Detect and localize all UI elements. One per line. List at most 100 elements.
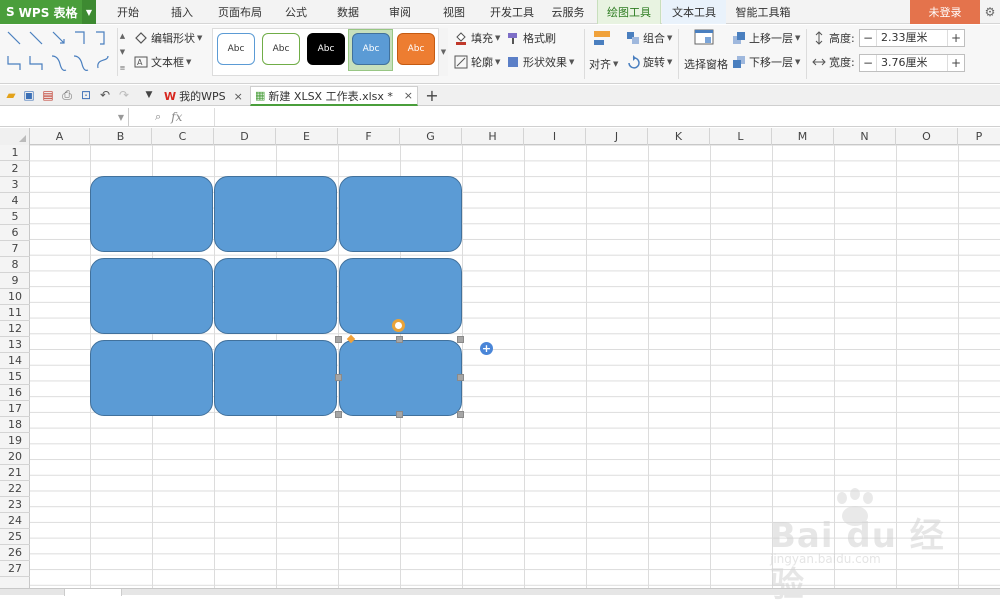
select-all-corner[interactable]: [0, 128, 30, 145]
row-header[interactable]: 21: [0, 465, 30, 481]
chevron-down-icon[interactable]: ▼: [118, 113, 124, 122]
rounded-rectangle-shape[interactable]: [90, 340, 213, 416]
style-option-5[interactable]: Abc: [397, 33, 435, 65]
tab-text-tools[interactable]: 文本工具: [662, 0, 726, 24]
line-gallery-scroll[interactable]: ▲ ▼ ≡: [117, 28, 127, 76]
edit-shape-button[interactable]: 编辑形状 ▼: [134, 28, 202, 48]
tab-smart-toolbox[interactable]: 智能工具箱: [730, 0, 796, 24]
column-header[interactable]: A: [30, 128, 90, 145]
row-header[interactable]: 20: [0, 449, 30, 465]
print-preview-icon[interactable]: ⊡: [78, 87, 94, 103]
undo-icon[interactable]: ↶: [97, 87, 113, 103]
tab-start[interactable]: 开始: [108, 0, 148, 24]
print-icon[interactable]: ⎙: [59, 87, 75, 103]
rotate-handle-icon[interactable]: [392, 319, 405, 332]
rounded-rectangle-shape[interactable]: [214, 176, 337, 252]
doc-tab-my-wps[interactable]: W 我的WPS ×: [160, 86, 248, 106]
resize-handle[interactable]: [457, 336, 464, 343]
row-header[interactable]: 3: [0, 177, 30, 193]
selection-pane-icon-button[interactable]: [693, 28, 717, 50]
minus-icon[interactable]: −: [860, 55, 876, 71]
column-header[interactable]: G: [400, 128, 462, 145]
rounded-rectangle-shape[interactable]: [214, 340, 337, 416]
row-header[interactable]: 24: [0, 513, 30, 529]
row-header[interactable]: 1: [0, 145, 30, 161]
save-icon[interactable]: ▣: [21, 87, 37, 103]
fill-button[interactable]: 填充 ▼: [454, 28, 500, 48]
row-header[interactable]: 26: [0, 545, 30, 561]
column-header[interactable]: D: [214, 128, 276, 145]
width-value[interactable]: 3.76厘米: [876, 55, 948, 71]
plus-icon[interactable]: +: [948, 55, 964, 71]
selected-rounded-rectangle-shape[interactable]: [339, 340, 462, 416]
row-header[interactable]: 27: [0, 561, 30, 577]
tab-insert[interactable]: 插入: [162, 0, 202, 24]
row-header[interactable]: 22: [0, 481, 30, 497]
format-brush-button[interactable]: 格式刷: [506, 28, 556, 48]
resize-handle[interactable]: [335, 374, 342, 381]
column-header[interactable]: P: [958, 128, 1000, 145]
login-button[interactable]: 未登录: [910, 0, 980, 24]
line-shapes-gallery[interactable]: [4, 28, 116, 76]
column-header[interactable]: E: [276, 128, 338, 145]
style-option-1[interactable]: Abc: [217, 33, 255, 65]
tab-cloud[interactable]: 云服务: [540, 0, 596, 24]
row-header[interactable]: 14: [0, 353, 30, 369]
resize-handle[interactable]: [396, 336, 403, 343]
column-header[interactable]: F: [338, 128, 400, 145]
row-header[interactable]: 7: [0, 241, 30, 257]
row-header[interactable]: 18: [0, 417, 30, 433]
rounded-rectangle-shape[interactable]: [90, 258, 213, 334]
row-header[interactable]: 12: [0, 321, 30, 337]
column-header[interactable]: K: [648, 128, 710, 145]
selection-pane-button[interactable]: 选择窗格: [684, 54, 728, 74]
redo-icon[interactable]: ↷: [116, 87, 132, 103]
fx-icon[interactable]: fx: [171, 110, 182, 124]
new-tab-plus-icon[interactable]: +: [424, 86, 440, 105]
column-header[interactable]: I: [524, 128, 586, 145]
tab-view[interactable]: 视图: [436, 0, 472, 24]
tab-formula[interactable]: 公式: [278, 0, 314, 24]
row-header[interactable]: 15: [0, 369, 30, 385]
style-option-4[interactable]: Abc: [352, 33, 390, 65]
column-header[interactable]: M: [772, 128, 834, 145]
column-header[interactable]: J: [586, 128, 648, 145]
outline-button[interactable]: 轮廓 ▼: [454, 52, 500, 72]
tab-drawing-tools[interactable]: 绘图工具: [597, 0, 661, 24]
export-pdf-icon[interactable]: ▤: [40, 87, 56, 103]
tab-page-layout[interactable]: 页面布局: [212, 0, 268, 24]
bring-forward-button[interactable]: 上移一层 ▼: [732, 28, 800, 48]
style-gallery-expand[interactable]: ▼: [438, 28, 448, 76]
tab-review[interactable]: 审阅: [382, 0, 418, 24]
chevron-down-icon[interactable]: ▼: [82, 0, 96, 24]
chevron-down-icon[interactable]: ▼: [141, 87, 157, 103]
rounded-rectangle-shape[interactable]: [214, 258, 337, 334]
doc-tab-xlsx[interactable]: ▦ 新建 XLSX 工作表.xlsx * ×: [250, 86, 418, 106]
rounded-rectangle-shape[interactable]: [90, 176, 213, 252]
resize-handle[interactable]: [335, 411, 342, 418]
resize-handle[interactable]: [335, 336, 342, 343]
row-header[interactable]: 5: [0, 209, 30, 225]
column-header[interactable]: L: [710, 128, 772, 145]
settings-icon[interactable]: ⚙: [980, 0, 1000, 24]
height-stepper[interactable]: − 2.33厘米 +: [859, 29, 965, 47]
close-icon[interactable]: ×: [404, 89, 413, 102]
layout-options-plus-icon[interactable]: +: [480, 342, 493, 355]
resize-handle[interactable]: [396, 411, 403, 418]
row-header[interactable]: 2: [0, 161, 30, 177]
open-folder-icon[interactable]: ▰: [3, 87, 19, 103]
row-header[interactable]: 4: [0, 193, 30, 209]
close-icon[interactable]: ×: [234, 90, 243, 103]
zoom-search-icon[interactable]: ⌕: [155, 110, 161, 124]
name-box[interactable]: ▼: [0, 108, 129, 126]
row-header[interactable]: 9: [0, 273, 30, 289]
row-header[interactable]: 16: [0, 385, 30, 401]
width-stepper[interactable]: − 3.76厘米 +: [859, 54, 965, 72]
column-header[interactable]: H: [462, 128, 524, 145]
row-header[interactable]: 6: [0, 225, 30, 241]
resize-handle[interactable]: [457, 374, 464, 381]
height-value[interactable]: 2.33厘米: [876, 30, 948, 46]
rotate-button[interactable]: 旋转 ▼: [626, 52, 672, 72]
shape-effect-button[interactable]: 形状效果 ▼: [506, 52, 574, 72]
row-header[interactable]: 10: [0, 289, 30, 305]
